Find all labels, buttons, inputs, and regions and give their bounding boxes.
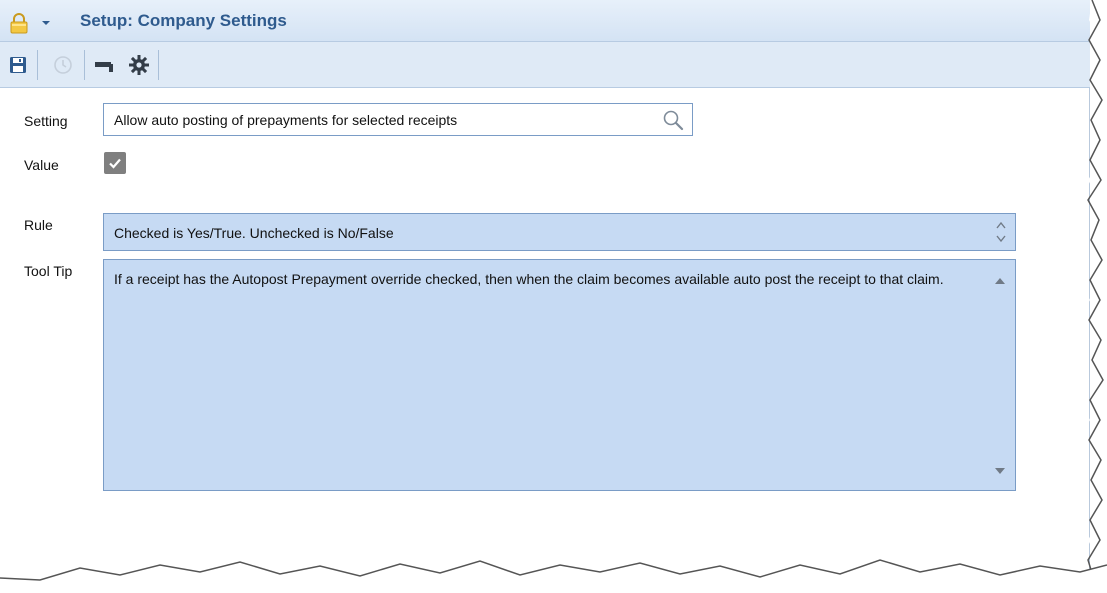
stamp-button[interactable] (92, 52, 118, 78)
company-settings-window: Setup: Company Settings Setting Allow au… (0, 0, 1090, 593)
save-button[interactable] (5, 52, 31, 78)
lock-icon[interactable] (8, 12, 30, 34)
value-checkbox[interactable] (104, 152, 126, 174)
tooltip-field[interactable]: If a receipt has the Autopost Prepayment… (103, 259, 1016, 491)
stamp-icon (95, 62, 113, 72)
toolbar-divider (158, 50, 159, 80)
spinner-icon[interactable] (995, 218, 1007, 246)
chevron-down-icon[interactable] (40, 18, 52, 28)
settings-button[interactable] (126, 52, 152, 78)
toolbar (0, 42, 1090, 88)
toolbar-divider (84, 50, 85, 80)
history-button[interactable] (50, 52, 76, 78)
setting-value: Allow auto posting of prepayments for se… (114, 112, 458, 128)
search-icon[interactable] (662, 109, 684, 131)
tooltip-value: If a receipt has the Autopost Prepayment… (114, 271, 944, 287)
tooltip-label: Tool Tip (24, 263, 73, 279)
setting-label: Setting (24, 113, 68, 129)
clock-icon (54, 56, 72, 74)
page-title: Setup: Company Settings (80, 11, 287, 30)
save-icon (10, 57, 26, 73)
scroll-up-icon[interactable] (993, 276, 1007, 286)
setting-field[interactable]: Allow auto posting of prepayments for se… (103, 103, 693, 136)
rule-field[interactable]: Checked is Yes/True. Unchecked is No/Fal… (103, 213, 1016, 251)
rule-label: Rule (24, 217, 53, 233)
gear-icon (129, 55, 149, 75)
title-bar: Setup: Company Settings (0, 0, 1090, 42)
value-label: Value (24, 157, 59, 173)
toolbar-divider (37, 50, 38, 80)
checkmark-icon (109, 158, 121, 169)
rule-value: Checked is Yes/True. Unchecked is No/Fal… (114, 225, 394, 241)
scroll-down-icon[interactable] (993, 466, 1007, 476)
